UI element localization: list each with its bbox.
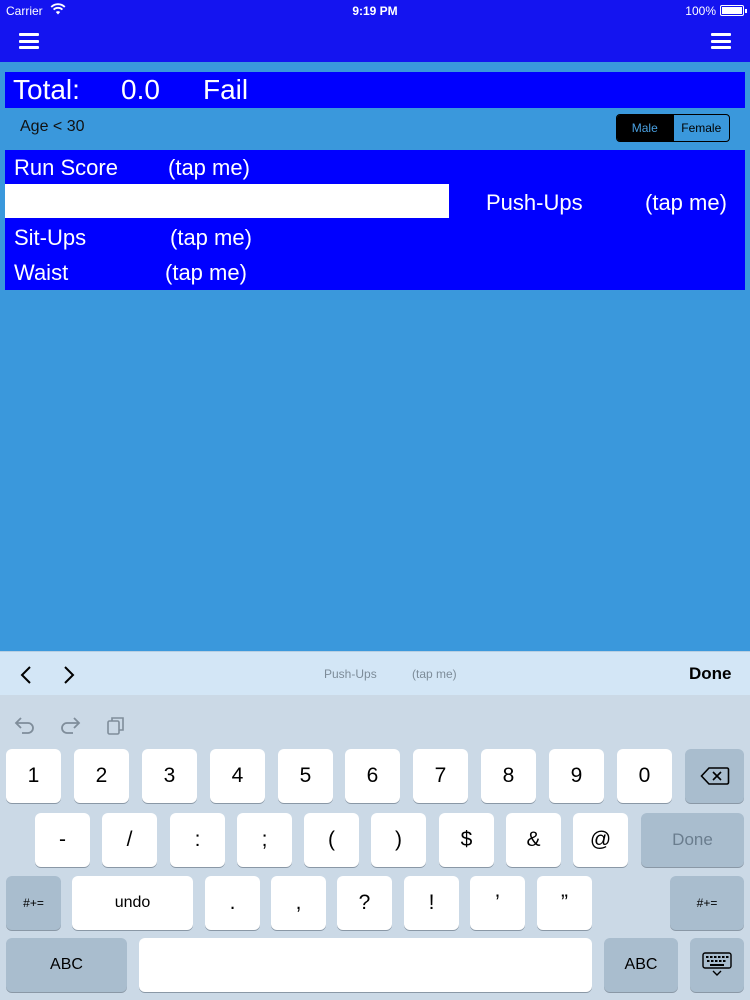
key-0[interactable]: 0 bbox=[617, 749, 672, 803]
keyboard: 1 2 3 4 5 6 7 8 9 0 - / : ; ( ) $ & @ Do… bbox=[0, 695, 750, 1000]
scores-panel: Run Score (tap me) Push-Ups (tap me) Sit… bbox=[5, 150, 745, 290]
hamburger-menu-icon[interactable] bbox=[711, 33, 731, 49]
key-colon[interactable]: : bbox=[170, 813, 225, 867]
battery-percent: 100% bbox=[685, 4, 716, 18]
key-dollar[interactable]: $ bbox=[439, 813, 494, 867]
keyboard-dismiss-icon[interactable] bbox=[690, 938, 744, 992]
situps-label: Sit-Ups bbox=[14, 225, 87, 250]
key-undo[interactable]: undo bbox=[72, 876, 193, 930]
key-abc-right[interactable]: ABC bbox=[604, 938, 678, 992]
keyboard-accessory-bar: Push-Ups (tap me) Done bbox=[0, 651, 750, 695]
undo-icon[interactable] bbox=[14, 715, 36, 735]
total-value: 0.0 bbox=[121, 74, 160, 105]
accessory-field-label: Push-Ups bbox=[324, 667, 377, 681]
key-1[interactable]: 1 bbox=[6, 749, 61, 803]
waist-label: Waist bbox=[14, 260, 69, 285]
paste-icon[interactable] bbox=[105, 715, 127, 735]
key-space[interactable] bbox=[139, 938, 592, 992]
result-label: Fail bbox=[203, 74, 249, 105]
key-at[interactable]: @ bbox=[573, 813, 628, 867]
key-7[interactable]: 7 bbox=[413, 749, 468, 803]
key-close-paren[interactable]: ) bbox=[371, 813, 426, 867]
status-bar: Carrier 9:19 PM 100% bbox=[0, 0, 750, 22]
key-8[interactable]: 8 bbox=[481, 749, 536, 803]
key-apostrophe[interactable]: ’ bbox=[470, 876, 525, 930]
key-more-symbols-left[interactable]: #+= bbox=[6, 876, 61, 930]
key-ampersand[interactable]: & bbox=[506, 813, 561, 867]
keyboard-done-key[interactable]: Done bbox=[641, 813, 744, 867]
situps-tap-button[interactable]: (tap me) bbox=[170, 225, 252, 251]
key-period[interactable]: . bbox=[205, 876, 260, 930]
backspace-icon[interactable] bbox=[685, 749, 744, 803]
age-group-label: Age < 30 bbox=[20, 118, 85, 135]
pushups-label: Push-Ups bbox=[486, 190, 583, 215]
waist-tap-button[interactable]: (tap me) bbox=[165, 260, 247, 286]
key-4[interactable]: 4 bbox=[210, 749, 265, 803]
key-slash[interactable]: / bbox=[102, 813, 157, 867]
key-6[interactable]: 6 bbox=[345, 749, 400, 803]
key-open-paren[interactable]: ( bbox=[304, 813, 359, 867]
total-label: Total: bbox=[13, 74, 80, 105]
key-minus[interactable]: - bbox=[35, 813, 90, 867]
total-score-bar: Total: 0.0 Fail bbox=[5, 72, 745, 108]
accessory-field-hint: (tap me) bbox=[412, 667, 457, 681]
battery-icon bbox=[720, 5, 747, 16]
key-9[interactable]: 9 bbox=[549, 749, 604, 803]
pushups-input[interactable] bbox=[5, 184, 449, 218]
navigation-bar bbox=[0, 22, 750, 62]
key-question[interactable]: ? bbox=[337, 876, 392, 930]
pushups-tap-button[interactable]: (tap me) bbox=[645, 190, 727, 216]
key-more-symbols-right[interactable]: #+= bbox=[670, 876, 744, 930]
run-score-tap-button[interactable]: (tap me) bbox=[168, 155, 250, 181]
hamburger-menu-icon[interactable] bbox=[19, 33, 39, 49]
gender-segmented-control[interactable]: Male Female bbox=[616, 114, 730, 142]
key-abc-left[interactable]: ABC bbox=[6, 938, 127, 992]
key-comma[interactable]: , bbox=[271, 876, 326, 930]
clock: 9:19 PM bbox=[352, 4, 398, 18]
key-5[interactable]: 5 bbox=[278, 749, 333, 803]
key-exclamation[interactable]: ! bbox=[404, 876, 459, 930]
segment-female[interactable]: Female bbox=[672, 115, 730, 141]
segment-male[interactable]: Male bbox=[617, 115, 673, 141]
redo-icon[interactable] bbox=[59, 715, 81, 735]
key-quote[interactable]: ” bbox=[537, 876, 592, 930]
key-semicolon[interactable]: ; bbox=[237, 813, 292, 867]
key-3[interactable]: 3 bbox=[142, 749, 197, 803]
chevron-right-icon[interactable] bbox=[61, 665, 77, 684]
chevron-left-icon[interactable] bbox=[18, 665, 34, 684]
run-score-label: Run Score bbox=[14, 155, 118, 180]
key-2[interactable]: 2 bbox=[74, 749, 129, 803]
done-button[interactable]: Done bbox=[689, 664, 732, 684]
